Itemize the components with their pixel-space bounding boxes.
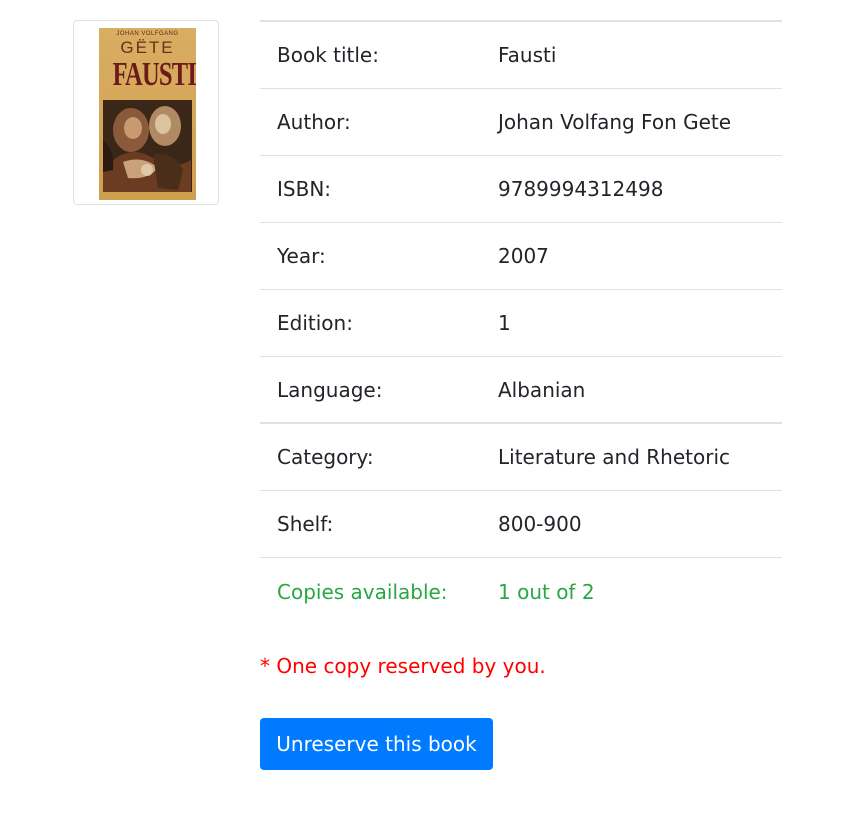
detail-row-year: Year: 2007 — [260, 223, 782, 290]
detail-row-language: Language: Albanian — [260, 357, 782, 424]
reservation-note: * One copy reserved by you. — [260, 654, 546, 678]
book-cover-image: JOHAN VOLFGANG GËTE FAUSTI — [99, 28, 196, 200]
detail-row-copies-available: Copies available: 1 out of 2 — [260, 558, 782, 625]
detail-value: 9789994312498 — [498, 177, 664, 201]
unreserve-button[interactable]: Unreserve this book — [260, 718, 493, 770]
detail-label: Language: — [277, 377, 383, 402]
detail-value: 1 out of 2 — [498, 579, 595, 604]
detail-value: 2007 — [498, 244, 549, 268]
detail-value: Johan Volfang Fon Gete — [498, 110, 732, 134]
detail-label: Shelf: — [277, 512, 334, 536]
detail-value: 1 — [498, 311, 511, 335]
detail-row-shelf: Shelf: 800-900 — [260, 491, 782, 558]
cover-title: FAUSTI — [112, 56, 196, 93]
detail-label: Edition: — [277, 311, 353, 335]
detail-label: Author: — [277, 110, 351, 134]
book-details-page: JOHAN VOLFGANG GËTE FAUSTI Book title: F… — [0, 0, 865, 834]
detail-label: ISBN: — [277, 177, 332, 201]
book-cover-thumbnail: JOHAN VOLFGANG GËTE FAUSTI — [73, 20, 219, 205]
detail-label: Year: — [277, 244, 326, 268]
detail-row-category: Category: Literature and Rhetoric — [260, 424, 782, 491]
detail-value: Albanian — [498, 377, 586, 402]
cover-artwork — [103, 100, 192, 192]
detail-label: Copies available: — [277, 579, 448, 604]
detail-label: Category: — [277, 445, 374, 469]
detail-value: Fausti — [498, 43, 557, 67]
detail-row-edition: Edition: 1 — [260, 290, 782, 357]
cover-author-name: GËTE — [120, 38, 175, 57]
detail-value: 800-900 — [498, 512, 582, 536]
detail-row-isbn: ISBN: 9789994312498 — [260, 156, 782, 223]
detail-row-title: Book title: Fausti — [260, 22, 782, 89]
detail-row-author: Author: Johan Volfang Fon Gete — [260, 89, 782, 156]
book-details-table: Book title: Fausti Author: Johan Volfang… — [260, 20, 782, 625]
cover-author-line: JOHAN VOLFGANG — [116, 31, 179, 37]
detail-label: Book title: — [277, 43, 379, 67]
detail-value: Literature and Rhetoric — [498, 445, 731, 469]
